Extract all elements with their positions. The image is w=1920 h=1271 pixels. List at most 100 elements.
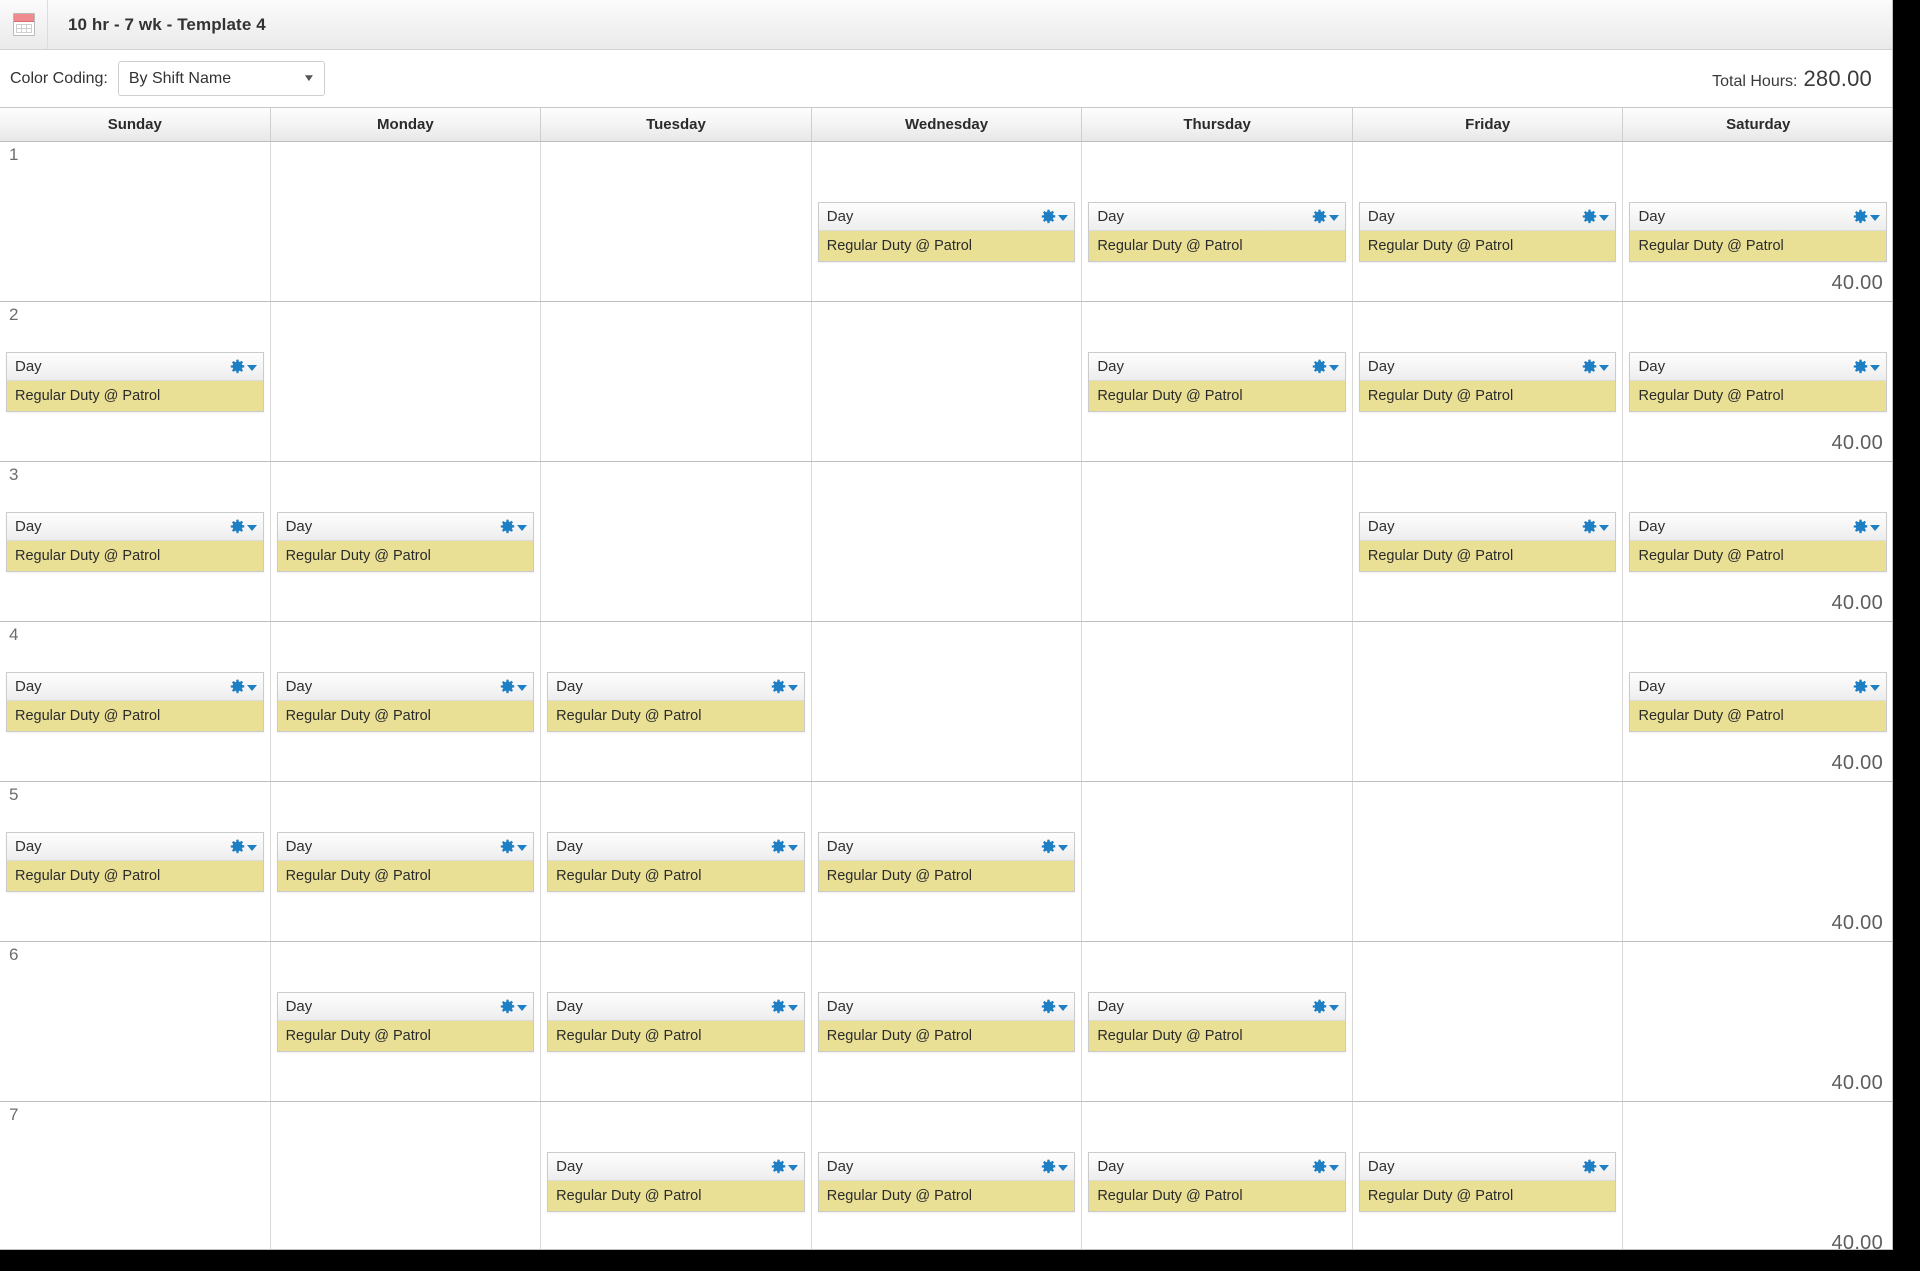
- shift-card[interactable]: Day Regular Duty @ Patrol: [6, 832, 264, 892]
- day-cell-sunday-week-2[interactable]: 2 Day Regular Duty @ Patrol: [0, 302, 271, 461]
- day-cell-sunday-week-6[interactable]: 6: [0, 942, 271, 1101]
- shift-card[interactable]: Day Regular Duty @ Patrol: [817, 992, 1076, 1052]
- day-cell-tuesday-week-3[interactable]: [541, 462, 812, 621]
- gear-icon[interactable]: [1312, 999, 1339, 1014]
- day-cell-thursday-week-4[interactable]: [1082, 622, 1353, 781]
- shift-card[interactable]: Day Regular Duty @ Patrol: [817, 832, 1076, 892]
- day-cell-wednesday-week-5[interactable]: Day Regular Duty @ Patrol: [811, 782, 1083, 941]
- shift-card[interactable]: Day Regular Duty @ Patrol: [1629, 202, 1888, 262]
- shift-card[interactable]: Day Regular Duty @ Patrol: [6, 352, 264, 412]
- gear-icon[interactable]: [771, 839, 798, 854]
- day-cell-saturday-week-3[interactable]: Day Regular Duty @ Patrol 40.00: [1623, 462, 1892, 621]
- gear-icon[interactable]: [771, 999, 798, 1014]
- shift-card[interactable]: Day Regular Duty @ Patrol: [547, 1152, 805, 1212]
- shift-card[interactable]: Day Regular Duty @ Patrol: [1358, 1152, 1617, 1212]
- day-cell-tuesday-week-7[interactable]: Day Regular Duty @ Patrol: [541, 1102, 812, 1249]
- day-cell-thursday-week-7[interactable]: Day Regular Duty @ Patrol: [1082, 1102, 1353, 1249]
- gear-icon[interactable]: [1312, 209, 1339, 224]
- gear-icon[interactable]: [1041, 209, 1069, 224]
- day-cell-monday-week-1[interactable]: [270, 142, 542, 301]
- gear-icon[interactable]: [1582, 519, 1610, 534]
- day-cell-tuesday-week-4[interactable]: Day Regular Duty @ Patrol: [541, 622, 812, 781]
- day-cell-sunday-week-7[interactable]: 7: [0, 1102, 271, 1249]
- day-cell-monday-week-6[interactable]: Day Regular Duty @ Patrol: [270, 942, 542, 1101]
- day-cell-friday-week-7[interactable]: Day Regular Duty @ Patrol: [1352, 1102, 1624, 1249]
- gear-icon[interactable]: [1853, 209, 1881, 224]
- day-cell-wednesday-week-3[interactable]: [811, 462, 1083, 621]
- gear-icon[interactable]: [500, 679, 528, 694]
- shift-card[interactable]: Day Regular Duty @ Patrol: [1358, 352, 1617, 412]
- day-cell-monday-week-3[interactable]: Day Regular Duty @ Patrol: [270, 462, 542, 621]
- day-cell-friday-week-1[interactable]: Day Regular Duty @ Patrol: [1352, 142, 1624, 301]
- shift-card[interactable]: Day Regular Duty @ Patrol: [547, 992, 805, 1052]
- gear-icon[interactable]: [1041, 999, 1069, 1014]
- gear-icon[interactable]: [1853, 519, 1881, 534]
- day-cell-monday-week-7[interactable]: [270, 1102, 542, 1249]
- day-cell-sunday-week-1[interactable]: 1: [0, 142, 271, 301]
- day-cell-thursday-week-1[interactable]: Day Regular Duty @ Patrol: [1082, 142, 1353, 301]
- shift-card[interactable]: Day Regular Duty @ Patrol: [817, 1152, 1076, 1212]
- shift-card[interactable]: Day Regular Duty @ Patrol: [1358, 202, 1617, 262]
- day-cell-wednesday-week-2[interactable]: [811, 302, 1083, 461]
- day-cell-wednesday-week-6[interactable]: Day Regular Duty @ Patrol: [811, 942, 1083, 1101]
- day-cell-friday-week-6[interactable]: [1352, 942, 1624, 1101]
- day-cell-friday-week-3[interactable]: Day Regular Duty @ Patrol: [1352, 462, 1624, 621]
- shift-card[interactable]: Day Regular Duty @ Patrol: [6, 512, 264, 572]
- day-cell-thursday-week-3[interactable]: [1082, 462, 1353, 621]
- shift-card[interactable]: Day Regular Duty @ Patrol: [1629, 672, 1888, 732]
- gear-icon[interactable]: [230, 839, 257, 854]
- gear-icon[interactable]: [1582, 209, 1610, 224]
- shift-card[interactable]: Day Regular Duty @ Patrol: [1088, 992, 1346, 1052]
- day-cell-tuesday-week-2[interactable]: [541, 302, 812, 461]
- shift-card[interactable]: Day Regular Duty @ Patrol: [547, 672, 805, 732]
- gear-icon[interactable]: [500, 999, 528, 1014]
- gear-icon[interactable]: [1582, 359, 1610, 374]
- day-cell-saturday-week-1[interactable]: Day Regular Duty @ Patrol 40.00: [1623, 142, 1892, 301]
- day-cell-sunday-week-3[interactable]: 3 Day Regular Duty @ Patrol: [0, 462, 271, 621]
- day-cell-tuesday-week-6[interactable]: Day Regular Duty @ Patrol: [541, 942, 812, 1101]
- shift-card[interactable]: Day Regular Duty @ Patrol: [6, 672, 264, 732]
- shift-card[interactable]: Day Regular Duty @ Patrol: [1088, 202, 1346, 262]
- gear-icon[interactable]: [1853, 359, 1881, 374]
- gear-icon[interactable]: [1582, 1159, 1610, 1174]
- shift-card[interactable]: Day Regular Duty @ Patrol: [1629, 512, 1888, 572]
- gear-icon[interactable]: [230, 359, 257, 374]
- day-cell-tuesday-week-5[interactable]: Day Regular Duty @ Patrol: [541, 782, 812, 941]
- day-cell-thursday-week-2[interactable]: Day Regular Duty @ Patrol: [1082, 302, 1353, 461]
- gear-icon[interactable]: [230, 679, 257, 694]
- day-cell-sunday-week-4[interactable]: 4 Day Regular Duty @ Patrol: [0, 622, 271, 781]
- gear-icon[interactable]: [771, 679, 798, 694]
- shift-card[interactable]: Day Regular Duty @ Patrol: [1629, 352, 1888, 412]
- gear-icon[interactable]: [1853, 679, 1881, 694]
- day-cell-tuesday-week-1[interactable]: [541, 142, 812, 301]
- shift-card[interactable]: Day Regular Duty @ Patrol: [276, 672, 535, 732]
- day-cell-saturday-week-4[interactable]: Day Regular Duty @ Patrol 40.00: [1623, 622, 1892, 781]
- shift-card[interactable]: Day Regular Duty @ Patrol: [1358, 512, 1617, 572]
- shift-card[interactable]: Day Regular Duty @ Patrol: [547, 832, 805, 892]
- day-cell-sunday-week-5[interactable]: 5 Day Regular Duty @ Patrol: [0, 782, 271, 941]
- shift-card[interactable]: Day Regular Duty @ Patrol: [276, 832, 535, 892]
- gear-icon[interactable]: [1041, 839, 1069, 854]
- gear-icon[interactable]: [500, 519, 528, 534]
- gear-icon[interactable]: [771, 1159, 798, 1174]
- shift-card[interactable]: Day Regular Duty @ Patrol: [1088, 352, 1346, 412]
- gear-icon[interactable]: [230, 519, 257, 534]
- day-cell-wednesday-week-7[interactable]: Day Regular Duty @ Patrol: [811, 1102, 1083, 1249]
- day-cell-thursday-week-5[interactable]: [1082, 782, 1353, 941]
- day-cell-monday-week-2[interactable]: [270, 302, 542, 461]
- day-cell-saturday-week-2[interactable]: Day Regular Duty @ Patrol 40.00: [1623, 302, 1892, 461]
- gear-icon[interactable]: [500, 839, 528, 854]
- day-cell-monday-week-5[interactable]: Day Regular Duty @ Patrol: [270, 782, 542, 941]
- day-cell-wednesday-week-1[interactable]: Day Regular Duty @ Patrol: [811, 142, 1083, 301]
- day-cell-saturday-week-7[interactable]: 40.00: [1623, 1102, 1892, 1249]
- shift-card[interactable]: Day Regular Duty @ Patrol: [276, 512, 535, 572]
- day-cell-saturday-week-6[interactable]: 40.00: [1623, 942, 1892, 1101]
- gear-icon[interactable]: [1041, 1159, 1069, 1174]
- shift-card[interactable]: Day Regular Duty @ Patrol: [817, 202, 1076, 262]
- day-cell-monday-week-4[interactable]: Day Regular Duty @ Patrol: [270, 622, 542, 781]
- day-cell-saturday-week-5[interactable]: 40.00: [1623, 782, 1892, 941]
- day-cell-friday-week-5[interactable]: [1352, 782, 1624, 941]
- gear-icon[interactable]: [1312, 1159, 1339, 1174]
- shift-card[interactable]: Day Regular Duty @ Patrol: [1088, 1152, 1346, 1212]
- shift-card[interactable]: Day Regular Duty @ Patrol: [276, 992, 535, 1052]
